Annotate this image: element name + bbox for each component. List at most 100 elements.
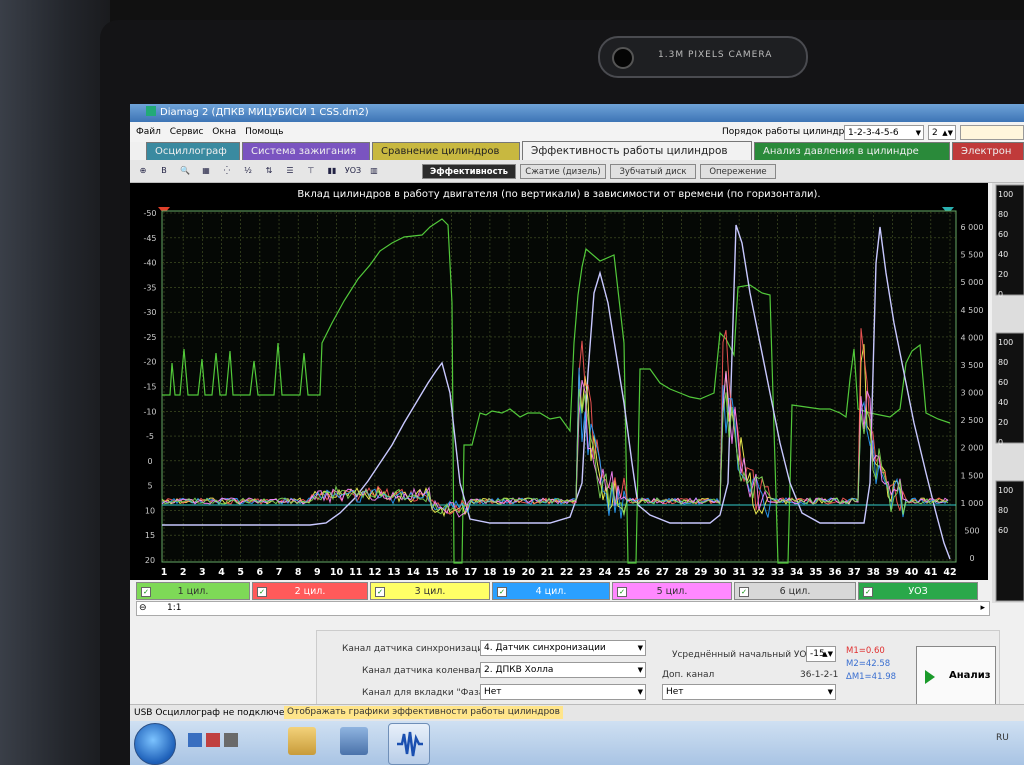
- language-indicator[interactable]: RU: [996, 733, 1009, 743]
- extra-channel-select[interactable]: Нет ▼: [662, 684, 836, 700]
- legend-cylinder-5[interactable]: ✓ 5 цил.: [612, 582, 732, 600]
- sync-channel-select[interactable]: 4. Датчик синхронизации ▼: [480, 640, 646, 656]
- right-panel-canvas: 100 80 60 40 20 0 100 80 60 40 20 0 100 80 60: [995, 184, 1024, 602]
- legend-label: 1 цил.: [177, 586, 209, 597]
- subtab-compression[interactable]: Сжатие (дизель): [520, 164, 606, 179]
- x-tick-label: 37: [848, 567, 861, 578]
- legend-cylinder-7[interactable]: ✓ УОЗ: [858, 582, 978, 600]
- chevron-down-icon: ▼: [915, 129, 921, 137]
- crank-channel-select[interactable]: 2. ДПКВ Холла ▼: [480, 662, 646, 678]
- bold-b-icon[interactable]: B: [155, 163, 173, 179]
- mini-chart-tick: 100: [998, 338, 1013, 347]
- checkbox-icon[interactable]: ✓: [497, 587, 507, 597]
- right-tick-label: 2 000: [961, 444, 984, 453]
- analyze-button[interactable]: Анализ: [916, 646, 996, 708]
- tab-pressure[interactable]: Анализ давления в цилиндре: [754, 142, 950, 160]
- bars-icon[interactable]: ▮▮: [323, 163, 341, 179]
- menu-service[interactable]: Сервис: [170, 127, 204, 137]
- right-tick-label: 3 000: [961, 389, 984, 398]
- checkbox-icon[interactable]: ✓: [617, 587, 627, 597]
- extra-channel-code: 36-1-2-1: [800, 670, 839, 680]
- diamag-app-icon[interactable]: [388, 723, 430, 765]
- legend-cylinder-2[interactable]: ✓ 2 цил.: [252, 582, 368, 600]
- right-side-panels: 100 80 60 40 20 0 100 80 60 40 20 0 100 80 60: [992, 183, 1024, 603]
- zoom-icon[interactable]: 🔍: [176, 163, 194, 179]
- rows-icon[interactable]: ☰: [281, 163, 299, 179]
- firing-order-value: 1-2-3-4-5-6: [848, 128, 899, 138]
- tab-ignition[interactable]: Система зажигания: [242, 142, 370, 160]
- legend-cylinder-1[interactable]: ✓ 1 цил.: [136, 582, 250, 600]
- left-tick-label: 10: [145, 506, 155, 515]
- uoz-icon[interactable]: УОЗ: [344, 163, 362, 179]
- x-tick-label: 25: [617, 567, 630, 578]
- taskbar-menu-icon[interactable]: [224, 733, 238, 747]
- windows-start-icon[interactable]: [134, 723, 176, 765]
- x-tick-label: 36: [828, 567, 842, 578]
- x-tick-label: 28: [675, 567, 689, 578]
- undo-icon[interactable]: [206, 733, 220, 747]
- fraction-icon[interactable]: ½: [239, 163, 257, 179]
- crosshair-icon[interactable]: ⊕: [134, 163, 152, 179]
- sync-channel-label: Канал датчика синхронизации: [342, 644, 489, 654]
- checkbox-icon[interactable]: ✓: [375, 587, 385, 597]
- menu-help[interactable]: Помощь: [245, 127, 283, 137]
- legend-cylinder-4[interactable]: ✓ 4 цил.: [492, 582, 610, 600]
- tab-electronics[interactable]: Электрон: [952, 142, 1024, 160]
- right-tick-label: 6 000: [961, 223, 984, 232]
- x-tick-label: 9: [314, 567, 321, 578]
- cylinder-spinner[interactable]: 2 ▲▼: [928, 125, 956, 140]
- grid-select-icon[interactable]: ▦: [197, 163, 215, 179]
- menu-windows[interactable]: Окна: [212, 127, 236, 137]
- tilt-icon[interactable]: ⊤: [302, 163, 320, 179]
- x-tick-label: 41: [924, 567, 937, 578]
- checkbox-icon[interactable]: ✓: [863, 587, 873, 597]
- legend-cylinder-3[interactable]: ✓ 3 цил.: [370, 582, 490, 600]
- right-tick-label: 3 500: [961, 361, 984, 370]
- save-icon[interactable]: [188, 733, 202, 747]
- mini-chart-tick: 60: [998, 230, 1008, 239]
- legend-label: 2 цил.: [294, 586, 326, 597]
- app-window: Diamag 2 (ДПКВ МИЦУБИСИ 1 CSS.dm2) Файл …: [130, 104, 1024, 765]
- folder-icon[interactable]: [288, 727, 316, 755]
- x-tick-label: 3: [199, 567, 206, 578]
- tab-efficiency[interactable]: Эффективность работы цилиндров: [522, 141, 752, 160]
- marker-m1: M1=0.60: [846, 646, 885, 656]
- sync-icon[interactable]: ⇅: [260, 163, 278, 179]
- tab-cylinder-compare[interactable]: Сравнение цилиндров: [372, 142, 520, 160]
- zoom-scrollbar[interactable]: ⊖ 1:1 ▸: [136, 601, 990, 616]
- barchart-icon[interactable]: ▥: [365, 163, 383, 179]
- x-tick-label: 5: [237, 567, 244, 578]
- x-tick-label: 15: [426, 567, 439, 578]
- legend-label: 6 цил.: [779, 586, 811, 597]
- dots-icon[interactable]: ⁛: [218, 163, 236, 179]
- checkbox-icon[interactable]: ✓: [141, 587, 151, 597]
- marker-delta: ΔM1=41.98: [846, 672, 897, 682]
- legend-label: 3 цил.: [414, 586, 446, 597]
- menu-file[interactable]: Файл: [136, 127, 161, 137]
- x-tick-label: 12: [368, 567, 381, 578]
- x-tick-label: 23: [579, 567, 592, 578]
- avg-uoz-spinner[interactable]: -15 ▲▼: [806, 646, 836, 662]
- extra-field[interactable]: [960, 125, 1024, 140]
- zoom-minus-icon[interactable]: ⊖: [139, 602, 147, 615]
- x-tick-label: 11: [349, 567, 362, 578]
- left-tick-label: -5: [146, 432, 154, 441]
- firing-order-select[interactable]: 1-2-3-4-5-6 ▼: [844, 125, 924, 140]
- x-tick-label: 10: [330, 567, 344, 578]
- scroll-right-icon[interactable]: ▸: [980, 602, 985, 615]
- phase-channel-select[interactable]: Нет ▼: [480, 684, 646, 700]
- legend-cylinder-6[interactable]: ✓ 6 цил.: [734, 582, 856, 600]
- subtab-efficiency[interactable]: Эффективность: [422, 164, 516, 179]
- crank-channel-value: 2. ДПКВ Холла: [484, 665, 554, 675]
- scanner-icon[interactable]: [340, 727, 368, 755]
- checkbox-icon[interactable]: ✓: [257, 587, 267, 597]
- left-tick-label: 0: [147, 457, 152, 466]
- subtab-tooth-disc[interactable]: Зубчатый диск: [610, 164, 696, 179]
- subtab-advance[interactable]: Опережение: [700, 164, 776, 179]
- efficiency-plot[interactable]: Вклад цилиндров в работу двигателя (по в…: [130, 183, 988, 580]
- tab-oscilloscope[interactable]: Осциллограф: [146, 142, 240, 160]
- plot-canvas: Вклад цилиндров в работу двигателя (по в…: [143, 189, 984, 578]
- x-tick-label: 13: [387, 567, 400, 578]
- checkbox-icon[interactable]: ✓: [739, 587, 749, 597]
- crank-channel-label: Канал датчика коленвала: [362, 666, 487, 676]
